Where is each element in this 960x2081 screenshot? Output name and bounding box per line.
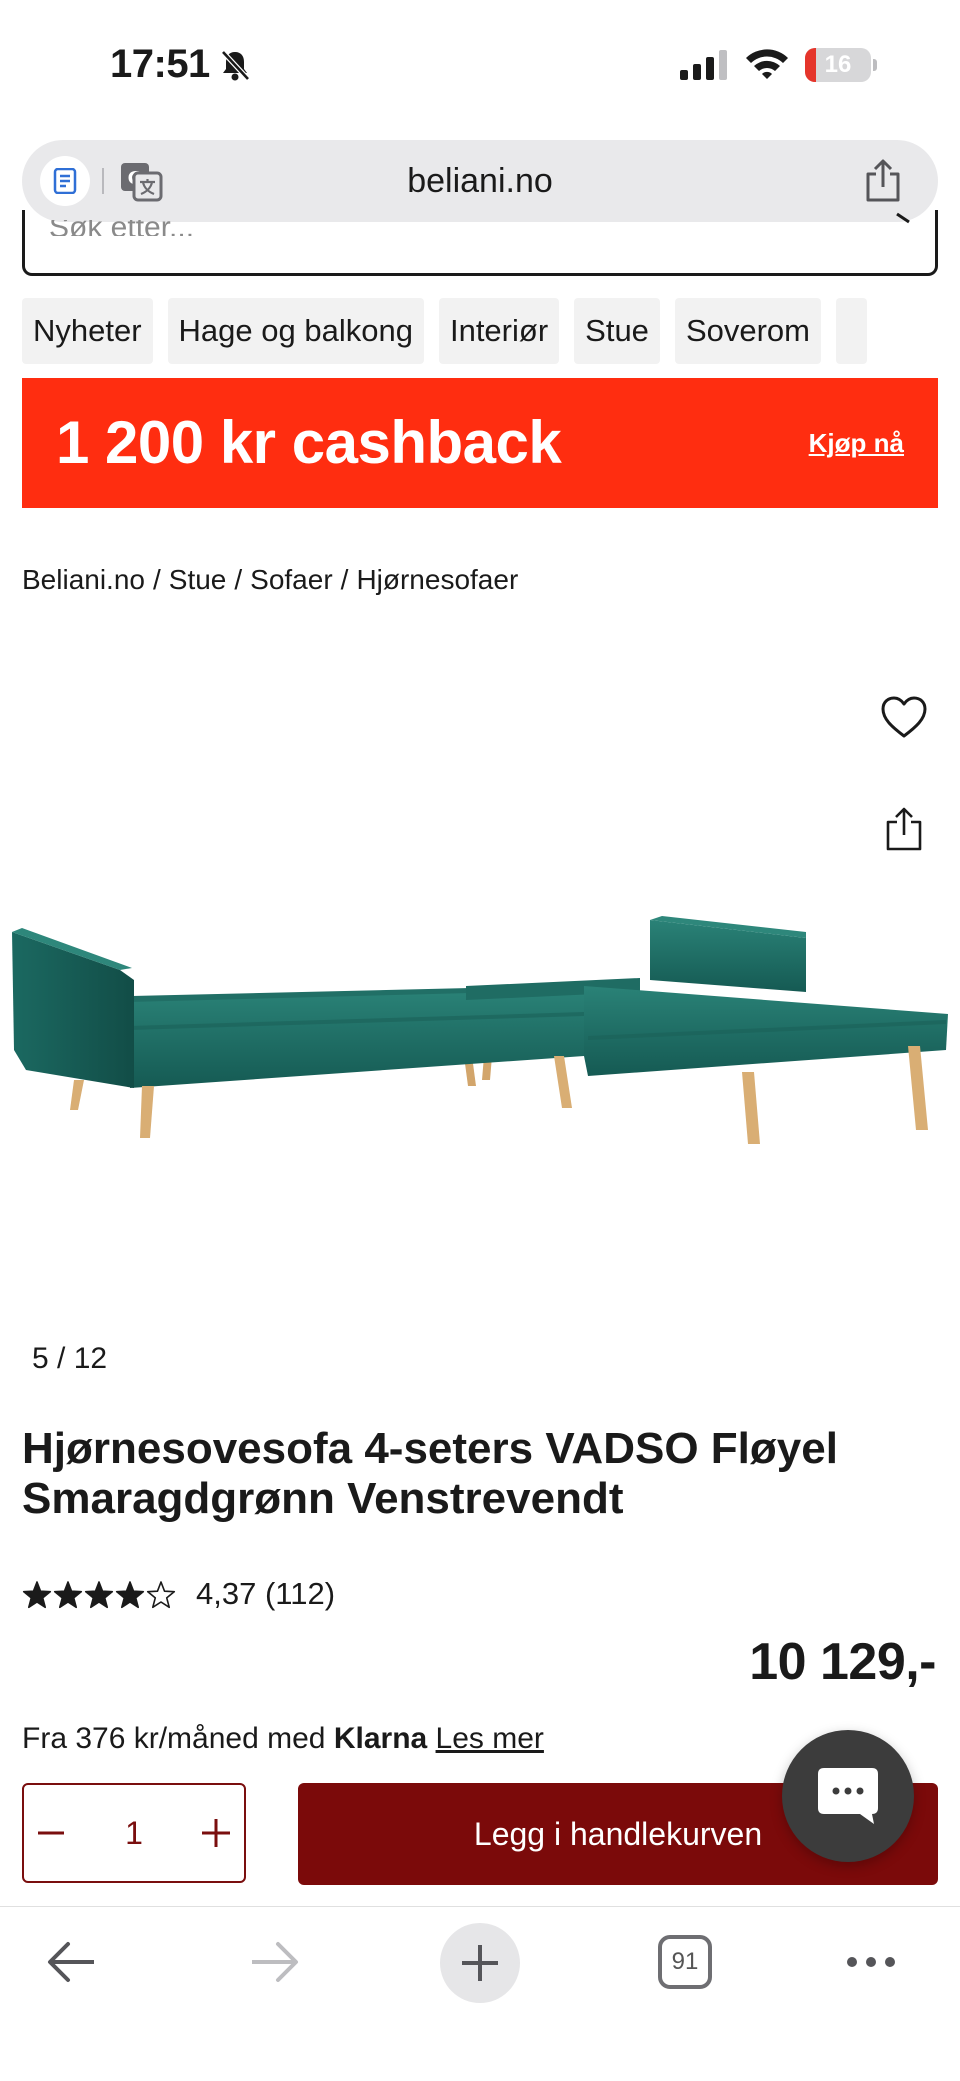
tabs-count: 91	[671, 1948, 699, 1975]
rating-stars	[22, 1581, 176, 1609]
breadcrumb-separator: /	[340, 564, 349, 595]
forward-arrow-icon[interactable]	[248, 1935, 302, 1989]
wifi-icon	[746, 49, 788, 79]
breadcrumb-item-home[interactable]: Beliani.no	[22, 564, 145, 596]
battery-icon: 16	[805, 48, 877, 82]
star-icon	[115, 1581, 145, 1609]
search-icon[interactable]	[895, 212, 915, 224]
toolbar-divider	[102, 168, 104, 194]
category-chip-stue[interactable]: Stue	[574, 298, 660, 364]
heart-icon[interactable]	[880, 694, 928, 742]
star-icon	[53, 1581, 83, 1609]
quantity-value[interactable]: 1	[84, 1785, 184, 1881]
category-chip-interior[interactable]: Interiør	[438, 298, 560, 364]
plus-icon	[462, 1945, 498, 1981]
product-title: Hjørnesovesofa 4-seters VADSO Fløyel Sma…	[22, 1424, 838, 1523]
category-chip-more[interactable]	[835, 298, 867, 364]
breadcrumb-item-hjornesofaer[interactable]: Hjørnesofaer	[356, 564, 518, 596]
tabs-button[interactable]: 91	[658, 1935, 712, 1989]
reader-button[interactable]	[40, 156, 90, 206]
status-bar: 17:51 16	[0, 0, 960, 130]
breadcrumb-item-stue[interactable]: Stue	[169, 564, 227, 596]
reader-icon	[53, 168, 77, 194]
breadcrumb-item-sofaer[interactable]: Sofaer	[250, 564, 333, 596]
share-icon[interactable]	[862, 158, 904, 204]
image-counter: 5 / 12	[32, 1342, 108, 1375]
new-tab-button[interactable]	[440, 1923, 520, 2003]
more-icon[interactable]	[844, 1947, 898, 1977]
plus-icon[interactable]	[184, 1785, 244, 1881]
translate-icon[interactable]: G	[118, 158, 164, 204]
financing-text: Fra 376 kr/måned med	[22, 1722, 326, 1755]
chat-icon	[818, 1768, 878, 1824]
bell-slash-icon	[221, 50, 250, 81]
breadcrumb-separator: /	[234, 564, 243, 595]
back-arrow-icon[interactable]	[44, 1935, 98, 1989]
minus-icon[interactable]	[24, 1785, 84, 1881]
breadcrumb-separator: /	[152, 564, 161, 595]
battery-level: 16	[824, 51, 852, 78]
star-icon	[84, 1581, 114, 1609]
klarna-logo: Klarna	[333, 1722, 428, 1755]
star-icon	[22, 1581, 52, 1609]
category-chip-nyheter[interactable]: Nyheter	[22, 298, 153, 364]
rating-text: 4,37 (112)	[196, 1576, 336, 1611]
chat-button[interactable]	[782, 1730, 914, 1862]
share-icon[interactable]	[884, 806, 924, 852]
category-chip-soverom[interactable]: Soverom	[674, 298, 821, 364]
breadcrumb: Beliani.no / Stue / Sofaer / Hjørnesofaer	[22, 564, 518, 596]
search-input[interactable]: Søk etter...	[22, 210, 938, 276]
product-image-gallery[interactable]	[0, 640, 960, 1280]
product-image	[12, 916, 948, 1144]
status-time: 17:51	[110, 42, 210, 86]
browser-toolbar: 91	[0, 1906, 960, 2081]
quantity-stepper: 1	[22, 1783, 246, 1883]
product-price: 10 129,-	[749, 1633, 936, 1691]
read-more-link[interactable]: Les mer	[436, 1722, 544, 1755]
star-icon	[146, 1581, 176, 1609]
banner-link[interactable]: Kjøp nå	[809, 378, 904, 508]
category-chip-hage-og-balkong[interactable]: Hage og balkong	[167, 298, 424, 364]
search-placeholder: Søk etter...	[49, 220, 194, 236]
cashback-banner[interactable]: 1 200 kr cashback Kjøp nå	[22, 378, 938, 508]
financing-info: Fra 376 kr/måned med Klarna Les mer	[22, 1722, 544, 1756]
signal-icon	[680, 50, 727, 80]
category-nav: Nyheter Hage og balkong Interiør Stue Sovero…	[22, 298, 960, 364]
banner-text: 1 200 kr cashback	[56, 409, 562, 476]
